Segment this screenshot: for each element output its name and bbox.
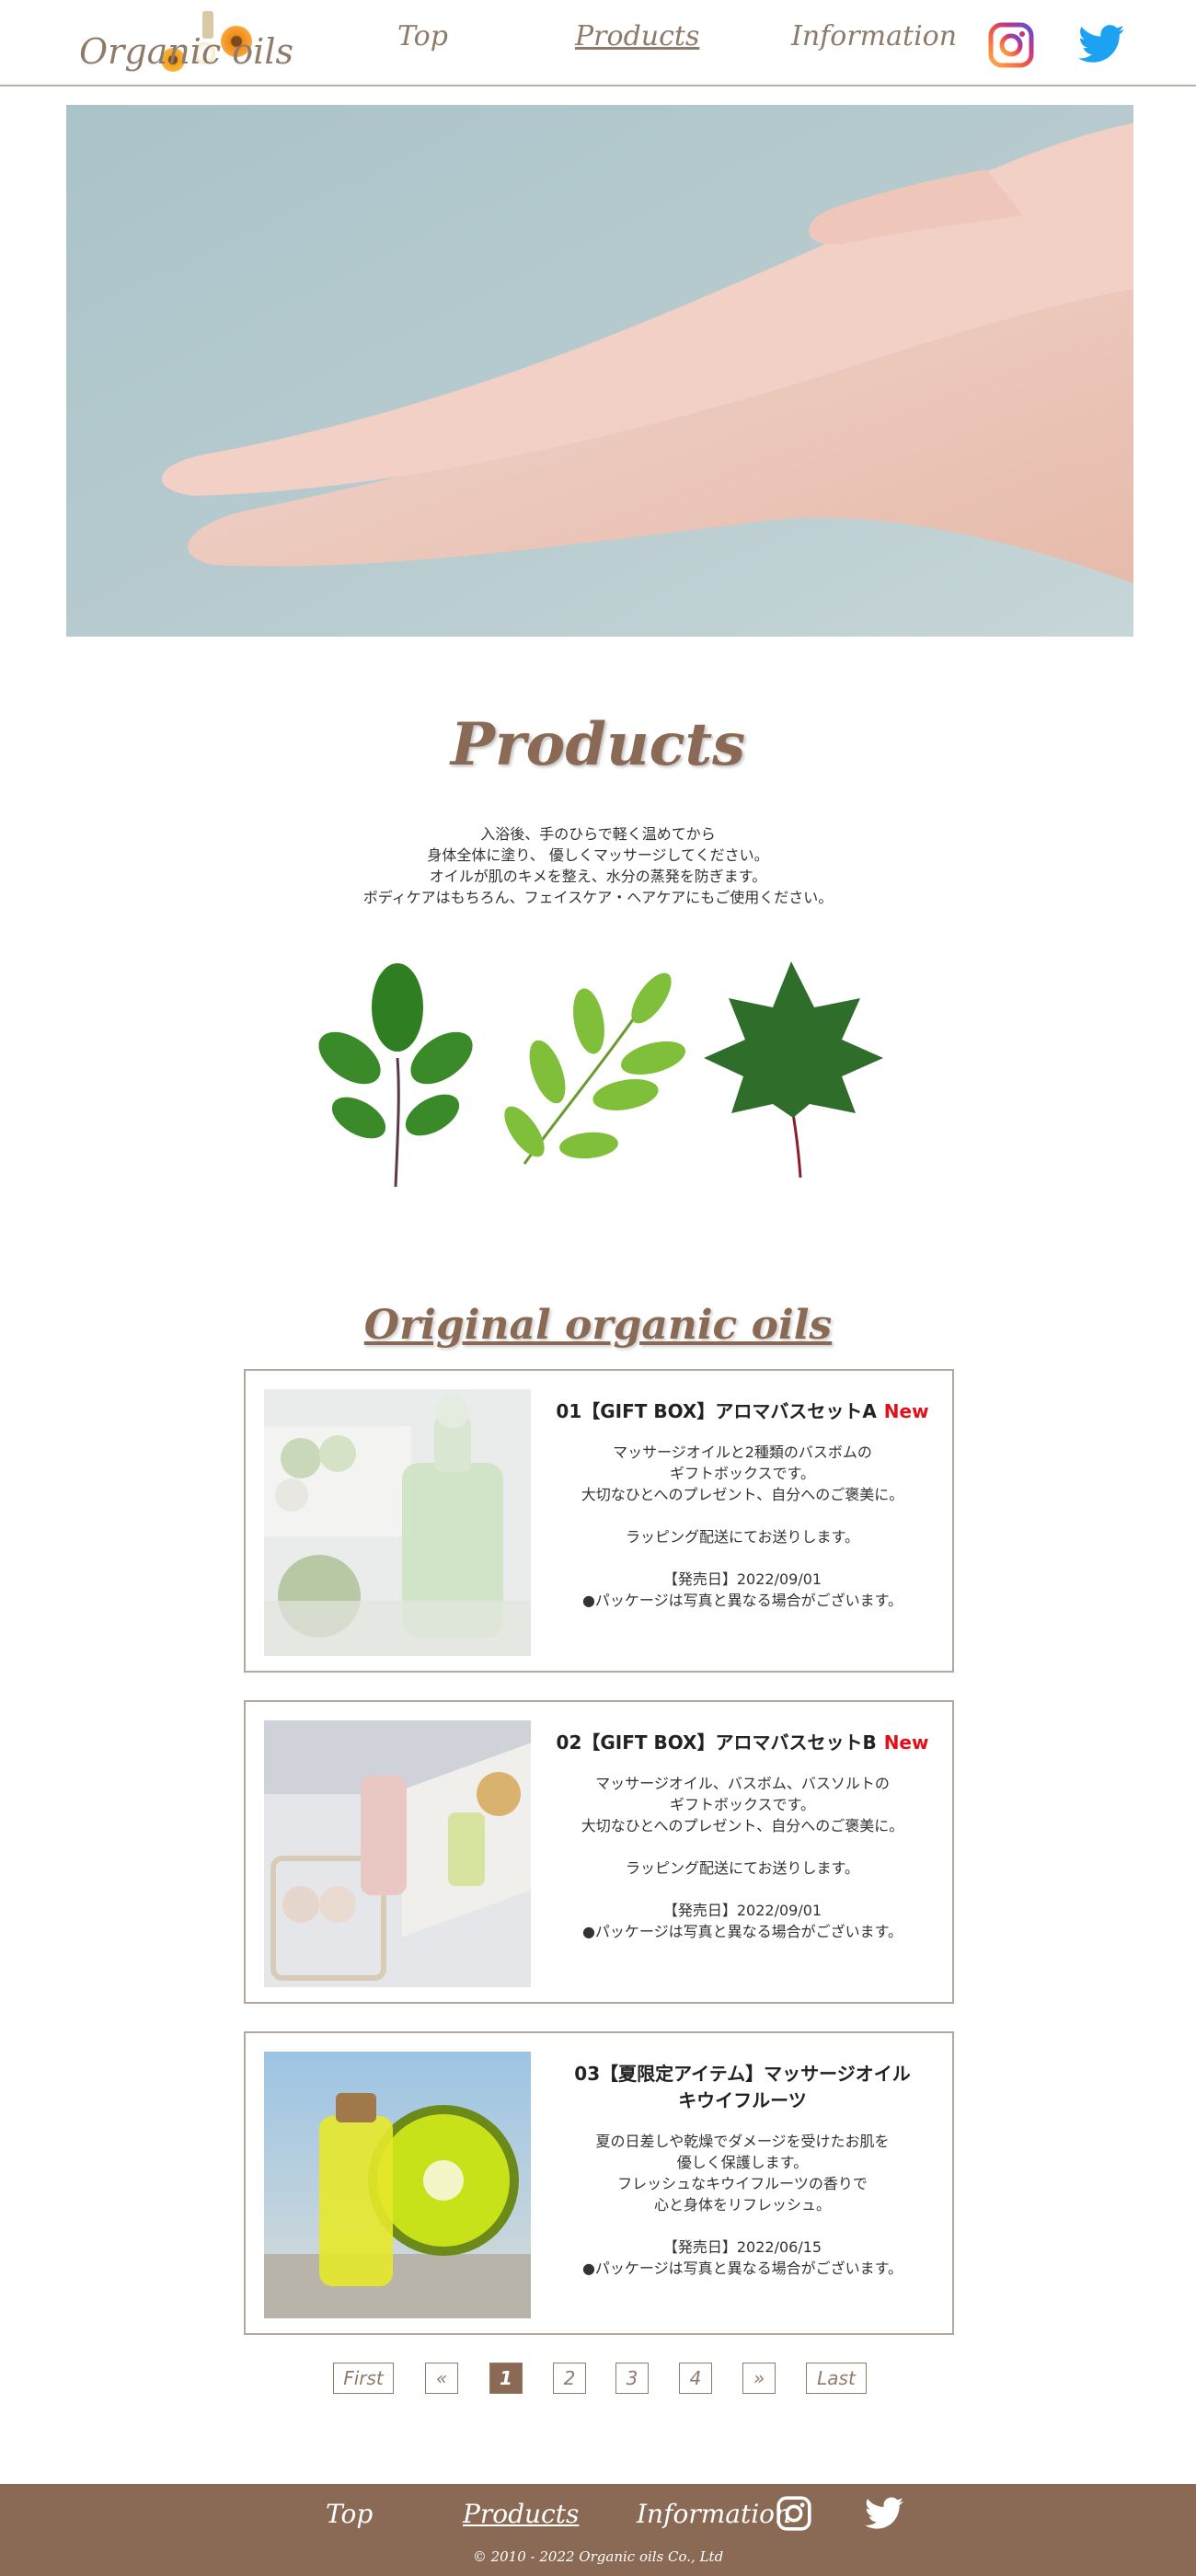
page-first-button[interactable]: First [333, 2363, 394, 2394]
site-footer: Top Products Information © 2010 - 2022 O… [0, 2484, 1196, 2576]
shipping-note: ラッピング配送にてお送りします。 [626, 1528, 859, 1546]
release-date: 【発売日】2022/09/01 [662, 1902, 822, 1919]
product-title-text: キウイフルーツ [678, 2089, 807, 2111]
nav-products[interactable]: Products [575, 20, 699, 52]
desc-line: ギフトボックスです。 [670, 1796, 815, 1813]
shipping-note: ラッピング配送にてお送りします。 [626, 1859, 859, 1877]
product-card[interactable]: 02【GIFT BOX】アロマバスセットB New マッサージオイル、バスボム、バ… [244, 1700, 954, 2004]
kiwi-oil-photo [264, 2052, 531, 2318]
products-heading: Products [450, 710, 746, 779]
products-intro: 入浴後、手のひらで軽く温めてから 身体全体に塗り、 優しくマッサージしてください… [0, 823, 1196, 908]
product-description: マッサージオイルと2種類のバスボムの ギフトボックスです。 大切なひとへのプレゼ… [549, 1442, 936, 1611]
product-card[interactable]: 01【GIFT BOX】アロマバスセットA New マッサージオイルと2種類のバス… [244, 1369, 954, 1673]
product-title-text: 01【GIFT BOX】アロマバスセットA [556, 1400, 877, 1422]
product-description: マッサージオイル、バスボム、バスソルトの ギフトボックスです。 大切なひとへのプ… [549, 1773, 936, 1942]
page-3-button[interactable]: 3 [615, 2363, 649, 2394]
page-4-button[interactable]: 4 [679, 2363, 712, 2394]
package-caution: ●パッケージは写真と異なる場合がございます。 [581, 2260, 903, 2277]
desc-line: 大切なひとへのプレゼント、自分へのご褒美に。 [581, 1817, 904, 1834]
footer-nav-top[interactable]: Top [326, 2499, 373, 2529]
intro-line: オイルが肌のキメを整え、水分の蒸発を防ぎます。 [429, 868, 767, 885]
desc-line: ギフトボックスです。 [670, 1465, 815, 1482]
desc-line: フレッシュなキウイフルーツの香りで [617, 2175, 868, 2192]
leaf-icon [704, 961, 883, 1179]
package-caution: ●パッケージは写真と異なる場合がございます。 [581, 1923, 903, 1940]
intro-line: 身体全体に塗り、 優しくマッサージしてください。 [427, 846, 769, 864]
package-caution: ●パッケージは写真と異なる場合がございます。 [581, 1592, 903, 1609]
product-title: 03【夏限定アイテム】マッサージオイル キウイフルーツ [549, 2061, 936, 2114]
new-badge: New [883, 1400, 929, 1422]
page-next-button[interactable]: » [742, 2363, 776, 2394]
product-card[interactable]: 03【夏限定アイテム】マッサージオイル キウイフルーツ 夏の日差しや乾燥でダメー… [244, 2031, 954, 2335]
product-title-text: 03【夏限定アイテム】マッサージオイル [574, 2063, 911, 2085]
hero-image [66, 105, 1133, 637]
twitter-icon[interactable] [1078, 24, 1124, 64]
page-last-button[interactable]: Last [806, 2363, 867, 2394]
release-date: 【発売日】2022/06/15 [662, 2238, 822, 2256]
product-image[interactable] [264, 1389, 531, 1656]
page-1-button[interactable]: 1 [489, 2363, 523, 2394]
product-image[interactable] [264, 1720, 531, 1987]
product-title: 01【GIFT BOX】アロマバスセットA New [549, 1398, 936, 1425]
site-logo[interactable]: Organic oils [74, 11, 293, 80]
hands-photo [66, 105, 1133, 637]
page-prev-button[interactable]: « [425, 2363, 458, 2394]
pagination: First « 1 2 3 4 » Last [0, 2363, 1196, 2396]
gift-box-b-photo [264, 1720, 531, 1987]
desc-line: 夏の日差しや乾燥でダメージを受けたお肌を [595, 2133, 890, 2150]
desc-line: マッサージオイルと2種類のバスボムの [613, 1443, 872, 1461]
desc-line: マッサージオイル、バスボム、バスソルトの [595, 1775, 890, 1792]
twitter-icon[interactable] [865, 2497, 903, 2530]
oils-heading: Original organic oils [363, 1302, 833, 1349]
footer-nav-products[interactable]: Products [463, 2499, 579, 2529]
leaf-icon [318, 963, 473, 1188]
copyright-text: © 2010 - 2022 Organic oils Co., Ltd [472, 2548, 724, 2565]
leaves-illustration [318, 961, 883, 1188]
new-badge: New [883, 1731, 929, 1754]
instagram-icon[interactable] [988, 22, 1034, 68]
intro-line: ボディケアはもちろん、フェイスケア・ヘアケアにもご使用ください。 [362, 889, 834, 906]
logo-text: Organic oils [79, 31, 293, 72]
instagram-icon[interactable] [776, 2495, 812, 2532]
product-image[interactable] [264, 2052, 531, 2318]
product-description: 夏の日差しや乾燥でダメージを受けたお肌を 優しく保護します。 フレッシュなキウイ… [549, 2131, 936, 2279]
gift-box-a-photo [264, 1389, 531, 1656]
footer-nav-information[interactable]: Information [637, 2499, 791, 2529]
desc-line: 心と身体をリフレッシュ。 [653, 2196, 831, 2214]
intro-line: 入浴後、手のひらで軽く温めてから [480, 825, 716, 843]
leaf-icon [504, 972, 686, 1165]
product-title: 02【GIFT BOX】アロマバスセットB New [549, 1730, 936, 1756]
product-title-text: 02【GIFT BOX】アロマバスセットB [556, 1731, 877, 1754]
nav-information[interactable]: Information [791, 20, 957, 52]
desc-line: 優しく保護します。 [676, 2154, 809, 2171]
page-2-button[interactable]: 2 [553, 2363, 586, 2394]
desc-line: 大切なひとへのプレゼント、自分へのご褒美に。 [581, 1486, 904, 1503]
nav-top[interactable]: Top [397, 20, 448, 52]
release-date: 【発売日】2022/09/01 [662, 1570, 822, 1588]
site-header: Organic oils Top Products Information [0, 0, 1196, 86]
